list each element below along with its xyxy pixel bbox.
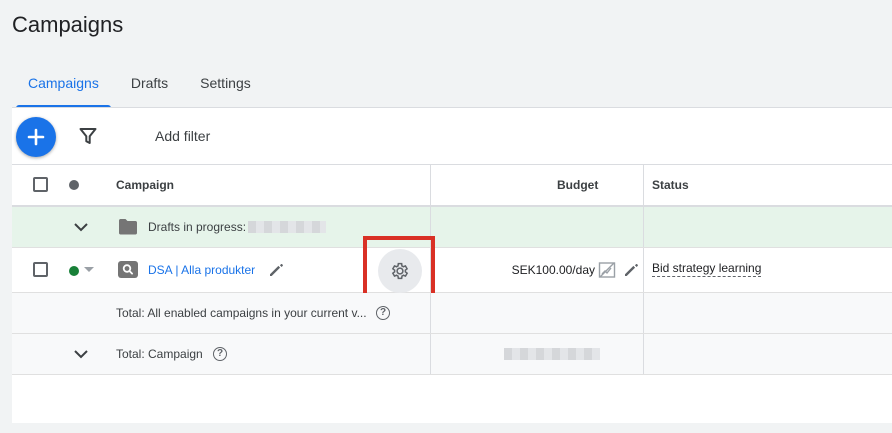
help-icon[interactable]: ?: [376, 306, 390, 320]
column-divider: [430, 293, 431, 333]
enabled-status-dot[interactable]: [69, 266, 79, 276]
column-divider: [643, 207, 644, 247]
tab-drafts[interactable]: Drafts: [115, 66, 184, 108]
campaigns-panel: Add filter Campaign Budget Status Drafts…: [12, 107, 892, 423]
help-icon[interactable]: ?: [213, 347, 227, 361]
column-divider: [643, 334, 644, 374]
tab-campaigns[interactable]: Campaigns: [12, 66, 115, 108]
plus-icon: [27, 128, 45, 146]
tab-settings[interactable]: Settings: [184, 66, 267, 108]
select-all-checkbox[interactable]: [33, 177, 48, 192]
total-campaign-label: Total: Campaign: [116, 347, 203, 361]
campaign-name-link[interactable]: DSA | Alla produkter: [148, 263, 255, 277]
page-title: Campaigns: [12, 12, 124, 37]
campaigns-table: Campaign Budget Status Drafts in progres…: [12, 165, 892, 375]
redacted-value: [248, 221, 326, 233]
campaign-column-header[interactable]: Campaign: [116, 178, 174, 192]
status-column-icon: [69, 180, 79, 190]
filter-icon[interactable]: [78, 126, 98, 146]
column-divider: [430, 248, 431, 292]
budget-column-header[interactable]: Budget: [557, 178, 598, 192]
toolbar: Add filter: [12, 108, 892, 165]
status-column-header[interactable]: Status: [652, 178, 689, 192]
column-divider: [643, 248, 644, 292]
row-checkbox[interactable]: [33, 262, 48, 277]
folder-icon: [119, 219, 137, 235]
edit-budget-pencil-icon[interactable]: [623, 262, 639, 278]
column-divider: [430, 207, 431, 247]
drafts-in-progress-label: Drafts in progress:: [148, 220, 247, 234]
no-chart-icon: [598, 262, 616, 278]
table-row: DSA | Alla produkter SEK100.00/day Bid s…: [12, 236, 892, 303]
gear-icon: [391, 262, 409, 280]
chevron-down-icon[interactable]: [72, 345, 90, 363]
add-campaign-button[interactable]: [16, 117, 56, 157]
search-campaign-icon: [118, 261, 138, 278]
redacted-value: [504, 348, 600, 360]
campaign-settings-button[interactable]: [378, 249, 422, 293]
table-header-row: Campaign Budget Status: [12, 165, 892, 207]
chevron-down-icon[interactable]: [72, 218, 90, 236]
tab-bar: Campaigns Drafts Settings: [12, 66, 267, 108]
column-divider: [643, 293, 644, 333]
campaign-status[interactable]: Bid strategy learning: [652, 261, 762, 277]
edit-pencil-icon[interactable]: [268, 262, 284, 278]
add-filter-button[interactable]: Add filter: [155, 128, 210, 144]
column-divider: [430, 165, 431, 205]
column-divider: [643, 165, 644, 205]
column-divider: [430, 334, 431, 374]
total-enabled-label: Total: All enabled campaigns in your cur…: [116, 306, 367, 320]
drafts-row: Drafts in progress:: [12, 207, 892, 248]
total-enabled-row: Total: All enabled campaigns in your cur…: [12, 293, 892, 334]
caret-down-icon[interactable]: [84, 267, 94, 272]
total-campaign-row: Total: Campaign ?: [12, 334, 892, 375]
budget-value: SEK100.00/day: [511, 263, 595, 277]
